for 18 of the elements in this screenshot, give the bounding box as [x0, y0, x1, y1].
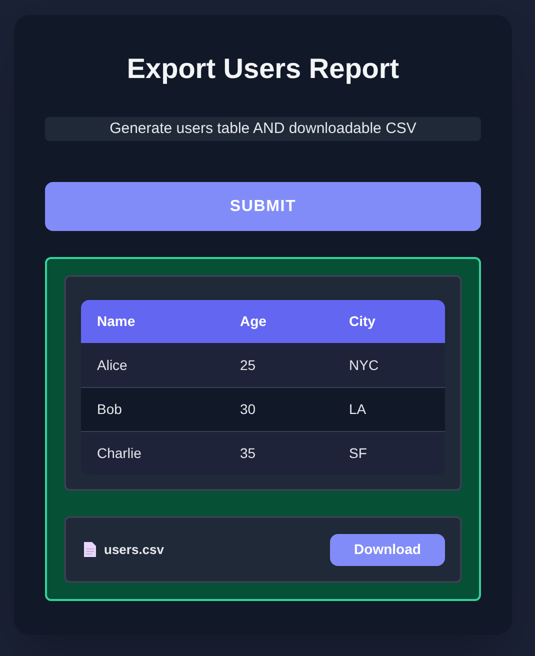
table-cell-text: 30 — [239, 400, 257, 419]
table-cell-text: Bob — [96, 400, 123, 419]
file-name: users.csv — [104, 540, 164, 559]
table-cell-text: SF — [348, 444, 368, 463]
table-cell-text: Alice — [96, 356, 128, 374]
description-text: Generate users table AND downloadable CSV — [45, 117, 481, 141]
table-cell-text: Charlie — [96, 444, 142, 463]
table-cell-text: LA — [348, 400, 368, 419]
column-header: Name — [96, 312, 136, 331]
table-cell-text: 25 — [239, 356, 257, 374]
table-cell-text: 35 — [239, 444, 257, 463]
table-cell-text: NYC — [348, 356, 380, 374]
submit-button[interactable]: SUBMIT — [45, 182, 481, 231]
page-title: Export Users Report — [126, 52, 400, 86]
file-icon — [84, 542, 96, 557]
column-header: City — [348, 312, 376, 331]
download-button[interactable]: Download — [330, 534, 445, 566]
column-header: Age — [239, 312, 268, 331]
